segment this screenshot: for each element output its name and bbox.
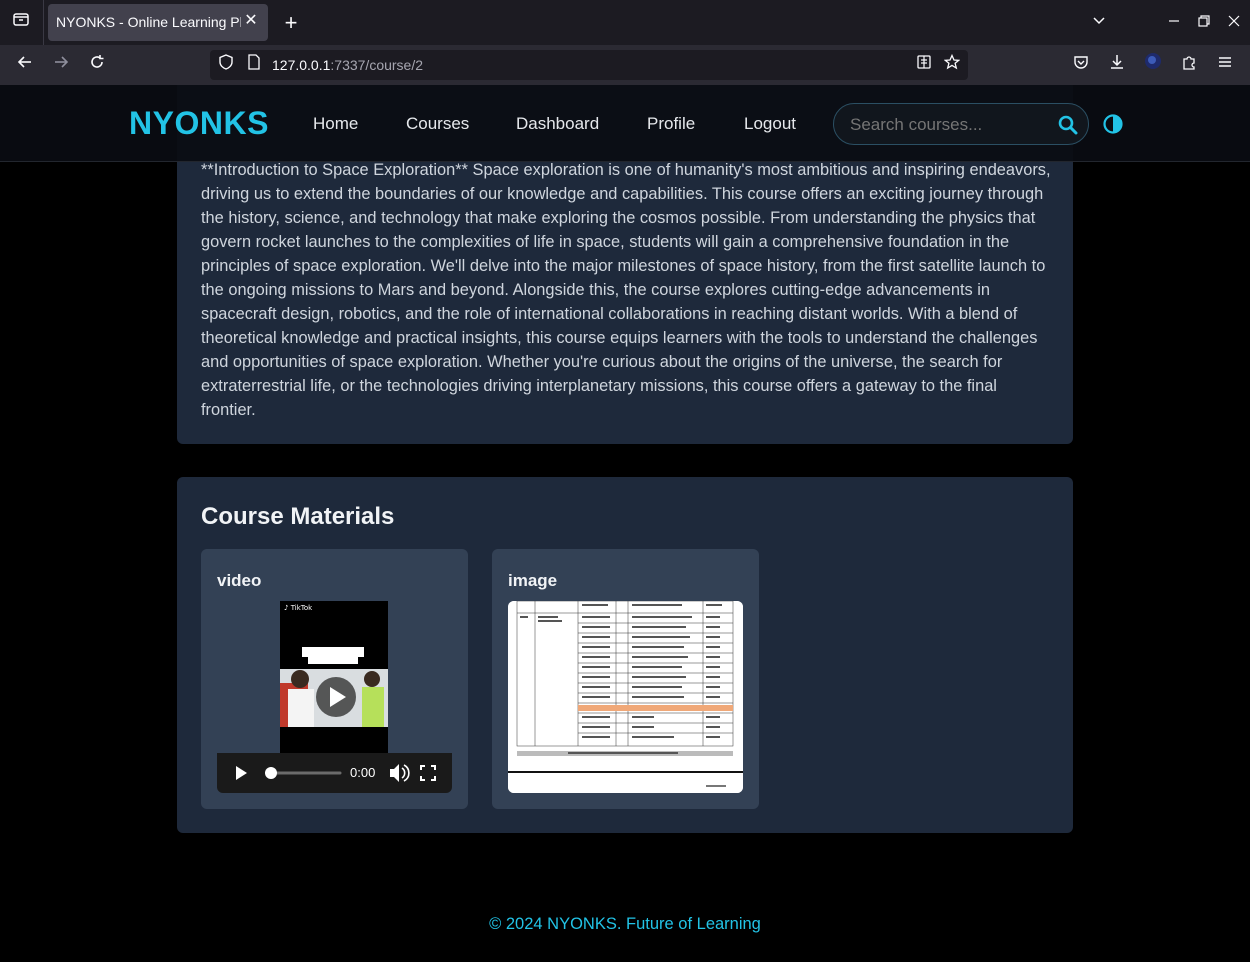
extensions-icon[interactable] (1176, 52, 1202, 78)
downloads-icon[interactable] (1104, 52, 1130, 78)
tab-divider (43, 0, 44, 45)
page-viewport: **Introduction to Space Exploration** Sp… (0, 85, 1250, 962)
nav-logout[interactable]: Logout (744, 114, 796, 134)
video-player[interactable]: ♪ TikTok (280, 601, 388, 753)
bookmark-star-icon[interactable] (940, 53, 964, 77)
forward-icon[interactable] (48, 52, 74, 78)
reader-view-icon[interactable] (912, 53, 936, 77)
fullscreen-icon[interactable] (420, 765, 436, 781)
material-title: image (508, 571, 558, 590)
new-tab-icon[interactable]: + (280, 10, 302, 36)
nav-courses[interactable]: Courses (406, 114, 469, 134)
materials-heading: Course Materials (201, 503, 395, 530)
material-image-card: image (492, 549, 759, 809)
page-icon[interactable] (242, 53, 266, 77)
svg-text:♪ TikTok: ♪ TikTok (284, 604, 313, 612)
material-video-card: video ♪ TikTok 0:00 (201, 549, 468, 809)
browser-tab[interactable]: NYONKS - Online Learning Platform ✕ (48, 4, 268, 41)
video-thumbnail: ♪ TikTok (280, 601, 388, 753)
url-host: 127.0.0.1 (272, 57, 331, 73)
browser-tab-bar: NYONKS - Online Learning Platform ✕ + (0, 0, 1250, 45)
browser-toolbar: 127.0.0.1:7337/course/2 (0, 45, 1250, 85)
video-controls: 0:00 (217, 753, 452, 793)
back-icon[interactable] (12, 52, 38, 78)
site-logo[interactable]: NYONKS (129, 105, 269, 142)
tab-close-icon[interactable]: ✕ (242, 12, 260, 30)
minimize-icon[interactable] (1161, 10, 1187, 36)
timetable-document-image (508, 601, 743, 793)
url-text: 127.0.0.1:7337/course/2 (272, 57, 423, 73)
volume-icon[interactable] (390, 764, 410, 782)
course-materials-card: Course Materials video ♪ TikTok 0:00 ima… (177, 477, 1073, 833)
account-avatar-icon[interactable] (1140, 52, 1166, 78)
url-path: :7337/course/2 (330, 57, 424, 73)
play-icon[interactable] (236, 766, 247, 780)
shield-icon[interactable] (214, 53, 238, 77)
footer-text: © 2024 NYONKS. Future of Learning (489, 915, 761, 933)
nav-dashboard[interactable]: Dashboard (516, 114, 599, 134)
close-window-icon[interactable] (1221, 10, 1247, 36)
material-title: video (217, 571, 262, 590)
search-box (833, 103, 1089, 145)
menu-hamburger-icon[interactable] (1212, 52, 1238, 78)
seek-slider[interactable] (265, 767, 342, 779)
tab-list-icon[interactable] (8, 10, 34, 36)
site-header: NYONKS Home Courses Dashboard Profile Lo… (0, 85, 1250, 162)
address-bar[interactable]: 127.0.0.1:7337/course/2 (210, 50, 968, 80)
course-description: **Introduction to Space Exploration** Sp… (201, 161, 1051, 419)
restore-icon[interactable] (1191, 10, 1217, 36)
nav-profile[interactable]: Profile (647, 114, 695, 134)
pocket-icon[interactable] (1068, 52, 1094, 78)
search-input[interactable] (850, 115, 1050, 135)
search-icon[interactable] (1056, 113, 1080, 137)
tab-title: NYONKS - Online Learning Platform (56, 14, 241, 30)
tab-overflow-chevron-icon[interactable] (1086, 10, 1112, 36)
nav-home[interactable]: Home (313, 114, 358, 134)
video-time: 0:00 (350, 765, 376, 780)
theme-toggle-icon[interactable] (1102, 113, 1124, 135)
reload-icon[interactable] (84, 52, 110, 78)
material-image[interactable] (508, 601, 743, 793)
